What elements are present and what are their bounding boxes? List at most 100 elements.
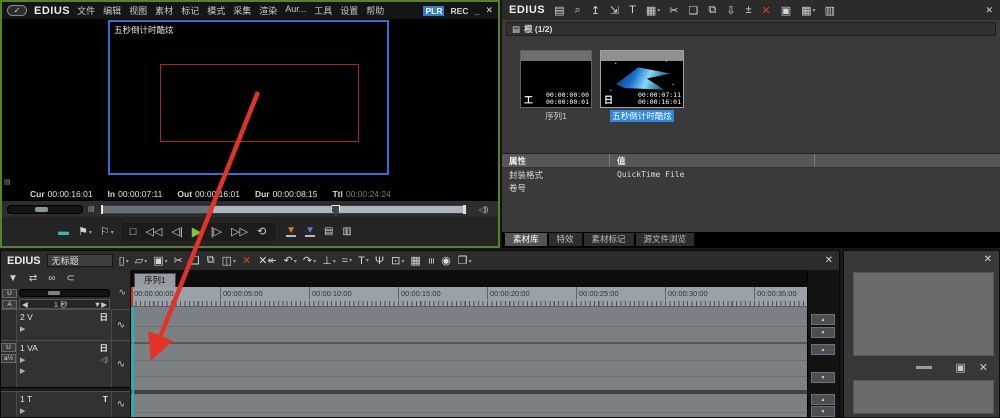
ripple-mode-icon[interactable]: ⇄ <box>29 273 37 284</box>
track-header-2v[interactable]: 2 V 日 ▶ ∿ <box>1 309 130 340</box>
bin-tab[interactable]: 特效 <box>549 233 582 246</box>
timeline-playhead[interactable] <box>132 307 134 417</box>
sync-mode-icon[interactable]: ▼ <box>8 273 18 284</box>
menu-item[interactable]: 渲染 <box>259 4 277 17</box>
open-project-icon[interactable]: ▱▾ <box>135 254 147 267</box>
new-sequence-icon[interactable]: ▯▾ <box>119 254 129 267</box>
clip-properties-icon[interactable]: ▣ <box>955 361 965 374</box>
copy-icon[interactable]: ❏ <box>689 4 700 17</box>
shuttle-slider[interactable] <box>7 205 83 214</box>
plr-button[interactable]: PLR <box>423 6 444 16</box>
clip-properties-icon[interactable]: ▣ <box>781 4 792 17</box>
export-icon[interactable]: ⊡▾ <box>391 254 404 267</box>
sync-icon[interactable]: ∿ <box>112 341 130 387</box>
overwrite-to-timeline-icon[interactable]: ▼ <box>305 226 315 237</box>
menu-item[interactable]: 工具 <box>314 4 332 17</box>
track-scroll-button[interactable]: ▲ <box>811 314 835 325</box>
up-folder-icon[interactable]: ↥ <box>591 4 601 17</box>
rewind-icon[interactable]: ◁◁ <box>145 225 162 238</box>
delete-icon[interactable]: ✕ <box>762 4 772 17</box>
ripple-cut-icon[interactable]: ◫▾ <box>222 254 236 267</box>
title-track-icon[interactable]: T <box>103 394 108 404</box>
insert-to-timeline-icon[interactable]: ▼ <box>286 226 296 237</box>
import-icon[interactable]: ⇲ <box>610 4 620 17</box>
seek-bar[interactable] <box>100 204 468 215</box>
expand-track-icon[interactable]: ▶ <box>20 325 25 333</box>
sync-icon[interactable]: ∿ <box>112 310 130 340</box>
add-cut-point-icon[interactable]: ⊥▾ <box>322 254 336 267</box>
view-mode-icon[interactable]: ▦▾ <box>801 4 815 17</box>
shuttle-handle[interactable] <box>35 207 48 212</box>
set-in-icon[interactable]: ⚑▾ <box>78 225 92 238</box>
bin-close-button[interactable]: ✕ <box>985 5 993 16</box>
insert-between-icon[interactable]: ± <box>745 4 752 16</box>
menu-item[interactable]: 素材 <box>155 4 173 17</box>
snap-icon[interactable]: ⊂ <box>66 273 74 284</box>
menu-item[interactable]: 编辑 <box>103 4 121 17</box>
minimize-button[interactable]: _ <box>474 6 479 16</box>
track-header-1va[interactable]: U a½ 1 VA 日 ▶ ◁) ▶ ∿ <box>1 340 130 387</box>
add-transition-icon[interactable]: =▾ <box>342 255 352 267</box>
splitter-handle[interactable] <box>916 366 932 369</box>
cut-icon[interactable]: ✂ <box>174 254 184 267</box>
track-scroll-button[interactable]: ▲ <box>811 394 835 405</box>
delete-icon[interactable]: ✕ <box>242 254 252 267</box>
audio-mute-button[interactable]: A <box>2 300 17 309</box>
ripple-delete-icon[interactable]: ✕↞ <box>258 254 277 267</box>
between-points-icon[interactable]: ∞ <box>48 273 55 284</box>
open-folder-icon[interactable]: ▤ <box>554 4 565 17</box>
set-out-icon[interactable]: ⚐▾ <box>100 225 114 238</box>
bin-tab[interactable]: 素材库 <box>505 233 547 246</box>
track-scroll-button[interactable]: ▼ <box>811 406 835 417</box>
video-track-icon[interactable]: 日 <box>99 342 108 354</box>
redo-icon[interactable]: ↷▾ <box>303 254 316 267</box>
rec-button[interactable]: REC <box>450 6 468 16</box>
save-project-icon[interactable]: ▣▾ <box>153 254 167 267</box>
undo-icon[interactable]: ↶▾ <box>284 254 297 267</box>
speaker-icon[interactable]: ◁) <box>100 356 108 364</box>
expand-track-icon[interactable]: ▶ <box>20 356 25 364</box>
multicam-icon[interactable]: ▦ <box>410 254 421 267</box>
track-scroll-button[interactable]: ▼ <box>811 327 835 338</box>
audio-monitor-icon[interactable]: ◁)) <box>473 205 493 214</box>
menu-item[interactable]: 模式 <box>207 4 225 17</box>
color-bars-icon[interactable]: ▦▾ <box>646 4 660 17</box>
cut-icon[interactable]: ✂ <box>669 4 679 17</box>
palette-close-button[interactable]: ✕ <box>984 254 992 265</box>
五秒倒计时酷炫[interactable]: 日 00:00:07:1100:00:16:01 五秒倒计时酷炫 <box>600 50 684 122</box>
color-correction-icon[interactable]: ◉ <box>441 254 452 267</box>
clip-label[interactable]: 序列1 <box>543 110 569 122</box>
track-header-1t[interactable]: 1 T T ▶ ∿ <box>1 391 130 417</box>
menu-item[interactable]: 视图 <box>129 4 147 17</box>
paste-icon[interactable]: ⧉ <box>708 4 717 17</box>
add-title-icon[interactable]: T <box>629 4 637 16</box>
bin-folder-path[interactable]: ▤ 根 (1/2) <box>506 22 996 36</box>
scale-prev-icon[interactable]: ◀ <box>22 300 28 309</box>
next-frame-icon[interactable]: |▷ <box>211 225 222 238</box>
menu-item[interactable]: 帮助 <box>366 4 384 17</box>
seek-playhead[interactable] <box>331 205 340 216</box>
sync-icon[interactable]: ∿ <box>118 287 126 298</box>
序列1[interactable]: 工 00:00:00:0000:00:00:01 序列1 <box>520 50 592 122</box>
voiceover-icon[interactable]: Ψ <box>375 255 385 267</box>
paste-icon[interactable]: ⧉ <box>207 254 216 267</box>
video-track-icon[interactable]: 日 <box>99 311 108 323</box>
audio-mixer-icon[interactable]: ≡ <box>428 255 435 267</box>
expand-track-icon[interactable]: ▶ <box>20 407 25 415</box>
bin-tab[interactable]: 素材标记 <box>584 233 634 246</box>
timeline-ruler[interactable]: 00:00:00:0000:00:05:0000:00:10:0000:00:1… <box>131 287 807 307</box>
timeline-close-button[interactable]: ✕ <box>825 255 833 266</box>
bin-window-icon[interactable]: ▥ <box>825 4 836 17</box>
scale-next-icon[interactable]: ▶ <box>101 300 107 309</box>
menu-item[interactable]: Aur... <box>285 4 306 17</box>
fast-forward-icon[interactable]: ▷▷ <box>231 225 248 238</box>
timeline-tracks-area[interactable] <box>131 307 807 417</box>
search-icon[interactable]: ⌕ <box>575 4 582 17</box>
clip-label[interactable]: 五秒倒计时酷炫 <box>610 110 674 122</box>
loop-icon[interactable]: ⟲ <box>257 225 266 238</box>
video-mute-button[interactable]: U <box>1 343 16 352</box>
add-title-icon[interactable]: T▾ <box>358 255 369 267</box>
capture-icon[interactable]: ▬ <box>58 226 70 238</box>
close-button[interactable]: ✕ <box>485 5 493 16</box>
menu-item[interactable]: 采集 <box>233 4 251 17</box>
